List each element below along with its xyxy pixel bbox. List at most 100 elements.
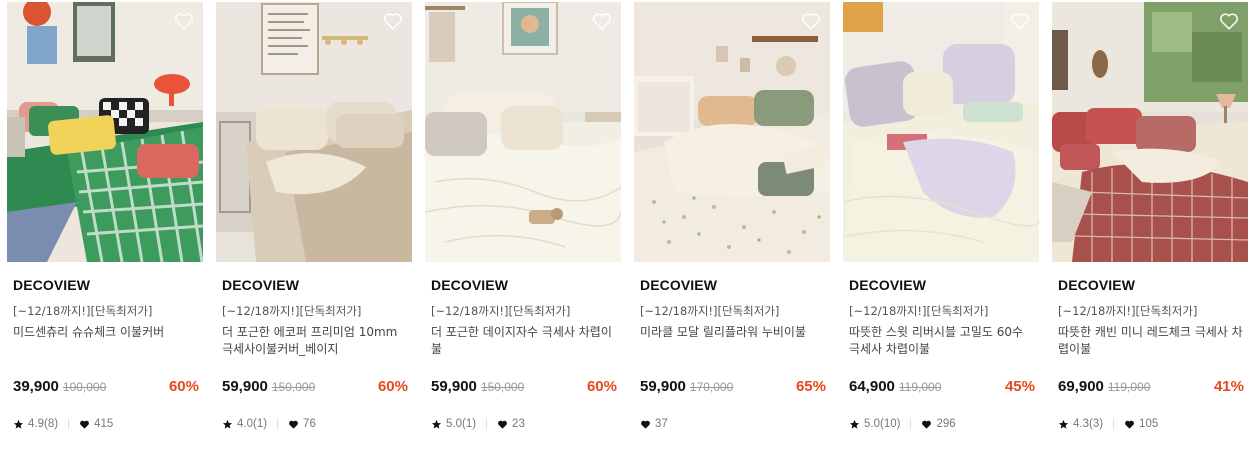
star-icon [849, 419, 860, 429]
sale-price-value: 64,900 [849, 378, 895, 395]
brand-name[interactable]: DECOVIEW [1058, 277, 1135, 293]
rating-value: 5.0(10) [864, 418, 901, 430]
meta-divider [910, 419, 912, 429]
product-image[interactable] [843, 2, 1039, 262]
discount-rate: 60% [586, 378, 617, 395]
original-price: 150,000 [271, 380, 316, 394]
cream-daisy-bedding-photo [425, 2, 621, 262]
sale-price: 39,900 100,000 [13, 378, 106, 395]
promo-tag: [~12/18까지!][단독최저가] [1058, 304, 1198, 318]
rating: 5.0(10) [849, 418, 900, 430]
likes-count: 415 [94, 418, 114, 430]
product-meta: 4.3(3) 105 [1058, 418, 1158, 430]
floral-quilt-photo [634, 2, 830, 262]
wishlist-heart-icon[interactable] [800, 10, 822, 32]
product-meta: 4.0(1) 76 [222, 418, 316, 430]
product-meta: 4.9(8) 415 [13, 418, 113, 430]
heart-filled-icon [498, 420, 507, 429]
sale-price: 59,900 170,000 [640, 378, 733, 395]
rating-value: 4.0(1) [237, 418, 268, 430]
product-meta: 5.0(10) 296 [849, 418, 956, 430]
product-image[interactable] [634, 2, 830, 262]
wishlist-heart-icon[interactable] [382, 10, 404, 32]
product-image[interactable] [425, 2, 621, 262]
rating: 4.3(3) [1058, 418, 1103, 430]
brand-name[interactable]: DECOVIEW [849, 277, 926, 293]
likes-count: 296 [936, 418, 956, 430]
likes: 296 [921, 418, 956, 430]
product-image[interactable] [216, 2, 412, 262]
meta-divider [486, 419, 488, 429]
brand-name[interactable]: DECOVIEW [431, 277, 508, 293]
beige-bedding-photo [216, 2, 412, 262]
product-name[interactable]: 따뜻한 스윗 리버시블 고밀도 60수 극세사 차렵이불 [849, 324, 1035, 358]
product-name[interactable]: 따뜻한 캐빈 미니 레드체크 극세사 차렵이불 [1058, 324, 1244, 358]
sale-price-value: 59,900 [222, 378, 268, 395]
original-price: 170,000 [689, 380, 734, 394]
likes-count: 105 [1139, 418, 1159, 430]
product-card[interactable]: DECOVIEW [~12/18까지!][단독최저가] 따뜻한 캐빈 미니 레드… [1052, 0, 1248, 462]
product-name[interactable]: 미라클 모달 릴리플라워 누비이불 [640, 324, 826, 341]
product-card[interactable]: DECOVIEW [~12/18까지!][단독최저가] 미드센츄리 슈슈체크 이… [7, 0, 203, 462]
product-card[interactable]: DECOVIEW [~12/18까지!][단독최저가] 따뜻한 스윗 리버시블 … [843, 0, 1039, 462]
meta-divider [1113, 419, 1115, 429]
promo-tag: [~12/18까지!][단독최저가] [13, 304, 153, 318]
product-image[interactable] [1052, 2, 1248, 262]
likes-count: 37 [655, 418, 668, 430]
promo-tag: [~12/18까지!][단독최저가] [849, 304, 989, 318]
likes-count: 23 [512, 418, 525, 430]
sale-price: 59,900 150,000 [431, 378, 524, 395]
product-name[interactable]: 미드센츄리 슈슈체크 이불커버 [13, 324, 199, 341]
lavender-cream-bedding-photo [843, 2, 1039, 262]
discount-rate: 65% [795, 378, 826, 395]
heart-filled-icon [289, 420, 298, 429]
product-card[interactable]: DECOVIEW [~12/18까지!][단독최저가] 더 포근한 데이지자수 … [425, 0, 621, 462]
sale-price: 64,900 119,000 [849, 378, 941, 395]
original-price: 100,000 [62, 380, 107, 394]
wishlist-heart-icon[interactable] [1009, 10, 1031, 32]
brand-name[interactable]: DECOVIEW [222, 277, 299, 293]
wishlist-heart-icon[interactable] [173, 10, 195, 32]
rating-value: 4.3(3) [1073, 418, 1104, 430]
promo-tag: [~12/18까지!][단독최저가] [640, 304, 780, 318]
meta-divider [277, 419, 279, 429]
discount-rate: 60% [377, 378, 408, 395]
likes-count: 76 [303, 418, 316, 430]
wishlist-heart-icon[interactable] [1218, 10, 1240, 32]
product-name[interactable]: 더 포근한 데이지자수 극세사 차렵이불 [431, 324, 617, 358]
sale-price-value: 59,900 [640, 378, 686, 395]
rating: 4.9(8) [13, 418, 58, 430]
likes: 105 [1124, 418, 1158, 430]
heart-filled-icon [641, 420, 650, 429]
rating-value: 5.0(1) [446, 418, 477, 430]
wishlist-heart-icon[interactable] [591, 10, 613, 32]
product-card[interactable]: DECOVIEW [~12/18까지!][단독최저가] 미라클 모달 릴리플라워… [634, 0, 830, 462]
heart-filled-icon [922, 420, 932, 429]
promo-tag: [~12/18까지!][단독최저가] [222, 304, 362, 318]
sale-price: 69,900 119,000 [1058, 378, 1150, 395]
original-price: 119,000 [1107, 380, 1151, 394]
red-check-bedding-photo [1052, 2, 1248, 262]
rating: 5.0(1) [431, 418, 476, 430]
product-meta: 37 [640, 418, 668, 430]
sale-price-value: 59,900 [431, 378, 477, 395]
brand-name[interactable]: DECOVIEW [640, 277, 717, 293]
sale-price: 59,900 150,000 [222, 378, 315, 395]
discount-rate: 41% [1213, 378, 1244, 395]
rating: 4.0(1) [222, 418, 267, 430]
brand-name[interactable]: DECOVIEW [13, 277, 90, 293]
green-gingham-bedding-photo [7, 2, 203, 262]
rating-value: 4.9(8) [28, 418, 59, 430]
product-image[interactable] [7, 2, 203, 262]
promo-tag: [~12/18까지!][단독최저가] [431, 304, 571, 318]
star-icon [1058, 419, 1069, 429]
heart-filled-icon [80, 420, 89, 429]
likes: 23 [497, 418, 525, 430]
star-icon [222, 419, 233, 429]
original-price: 150,000 [480, 380, 525, 394]
product-name[interactable]: 더 포근한 에코퍼 프리미엄 10mm 극세사이불커버_베이지 [222, 324, 408, 358]
star-icon [13, 419, 24, 429]
heart-filled-icon [1125, 420, 1134, 429]
product-grid: DECOVIEW [~12/18까지!][단독최저가] 미드센츄리 슈슈체크 이… [0, 0, 1251, 462]
product-card[interactable]: DECOVIEW [~12/18까지!][단독최저가] 더 포근한 에코퍼 프리… [216, 0, 412, 462]
